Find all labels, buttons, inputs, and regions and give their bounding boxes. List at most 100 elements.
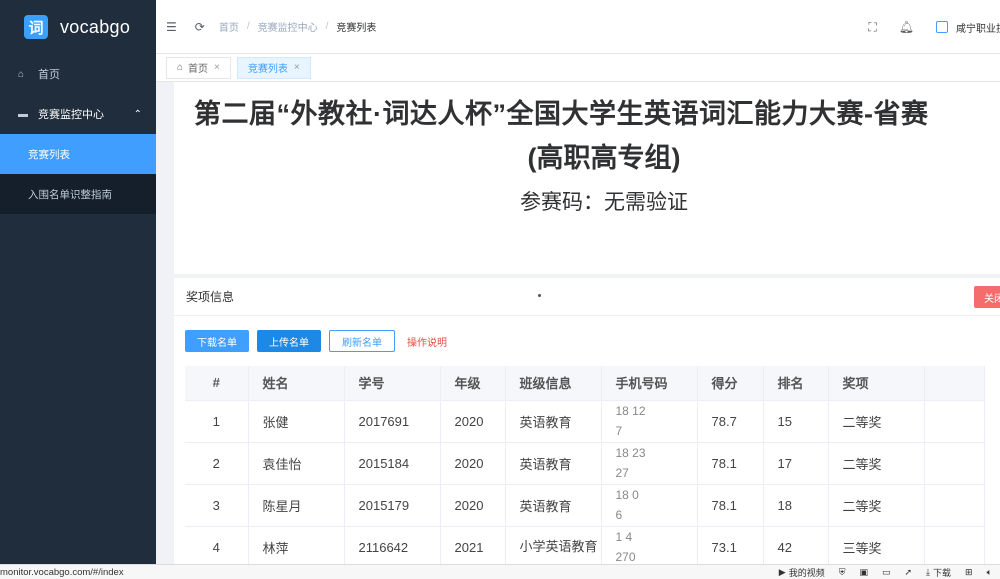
fullscreen-icon[interactable]: ⛶ [868, 20, 876, 35]
breadcrumb-separator: / [246, 21, 250, 32]
cell-rank: 42 [763, 526, 829, 568]
download-label[interactable]: 下载 [933, 566, 951, 579]
col-grade: 年级 [440, 366, 506, 401]
cell-score: 78.1 [697, 442, 764, 485]
sidebar-item-monitor-center[interactable]: ▬ 竞赛监控中心 ⌃ [0, 94, 156, 134]
browser-status-bar: monitor.vocabgo.com/#/index ▶ 我的视频 ⛨ ▣ ▭… [0, 564, 1000, 579]
cell-rank: 15 [763, 400, 829, 443]
cell-phone: 1 4 270 [601, 526, 698, 568]
sidebar-item-shortlist-guide[interactable]: 入围名单识整指南 [0, 174, 156, 214]
close-icon[interactable]: × [214, 62, 220, 73]
refresh-icon[interactable]: ⟳ [195, 20, 205, 34]
tag-label: 首页 [188, 64, 209, 75]
col-name: 姓名 [248, 366, 345, 401]
dot-mark [538, 294, 541, 297]
tag-contest-list[interactable]: 竞赛列表 × [236, 56, 311, 79]
award-table: # 姓名 学号 年级 班级信息 手机号码 得分 排名 奖项 1 张健 20176… [185, 366, 985, 568]
cell-name: 陈星月 [248, 484, 345, 527]
menu-toggle-icon[interactable]: ☰ [166, 20, 177, 34]
sidebar-item-contest-list[interactable]: 竞赛列表 [0, 134, 156, 174]
cell-phone: 18 23 27 [601, 442, 698, 485]
cell-extra [924, 526, 985, 568]
download-list-button[interactable]: 下载名单 [185, 330, 249, 352]
close-icon[interactable]: × [294, 62, 300, 73]
col-extra [924, 366, 985, 401]
user-name[interactable]: 咸宁职业技 [956, 20, 1000, 35]
cell-class: 英语教育 [505, 400, 602, 443]
video-icon[interactable]: ▶ [779, 567, 786, 578]
bell-icon[interactable]: 🔔︎ [899, 20, 914, 34]
tags-view: ⌂ 首页 × 竞赛列表 × [156, 54, 1000, 82]
phone-line: 18 0 [615, 488, 639, 502]
col-class: 班级信息 [505, 366, 602, 401]
cell-class: 英语教育 [505, 484, 602, 527]
col-phone: 手机号码 [601, 366, 698, 401]
cell-name: 林萍 [248, 526, 345, 568]
sidebar-item-label: 首页 [38, 69, 60, 81]
tag-label: 竞赛列表 [247, 64, 288, 75]
contest-title-card: 第二届“外教社·词达人杯”全国大学生英语词汇能力大赛-省赛 (高职高专组) 参赛… [174, 82, 1000, 274]
cell-name: 袁佳怡 [248, 442, 345, 485]
cell-extra [924, 442, 985, 485]
cell-rank: 17 [763, 442, 829, 485]
col-student-id: 学号 [344, 366, 441, 401]
cell-award: 二等奖 [828, 442, 925, 485]
cell-score: 78.1 [697, 484, 764, 527]
rocket-icon[interactable]: ➚ [905, 567, 913, 578]
table-row[interactable]: 2 袁佳怡 2015184 2020 英语教育 18 23 27 78.1 17 … [185, 442, 985, 485]
chat-icon[interactable]: ▭ [882, 567, 891, 578]
cell-student-id: 2017691 [344, 400, 441, 443]
contest-code: 参赛码：无需验证 [520, 191, 688, 214]
cell-grade: 2020 [440, 442, 506, 485]
breadcrumb-separator: / [325, 21, 329, 32]
cell-class: 小学英语教育 [505, 526, 602, 568]
cell-index: 1 [185, 400, 249, 443]
cell-award: 二等奖 [828, 400, 925, 443]
browser-tools: ▶ 我的视频 ⛨ ▣ ▭ ➚ ⤓ 下载 ⊞ 🔈︎ [765, 565, 992, 579]
shield-icon[interactable]: ⛨ [839, 567, 846, 578]
action-buttons: 下载名单 上传名单 刷新名单 操作说明 [185, 330, 447, 352]
table-row[interactable]: 1 张健 2017691 2020 英语教育 18 12 7 78.7 15 二等… [185, 400, 985, 443]
sidebar-item-home[interactable]: ⌂ 首页 [0, 54, 156, 94]
cell-phone: 18 12 7 [601, 400, 698, 443]
sidebar-item-label: 竞赛监控中心 [38, 109, 104, 121]
app-logo[interactable]: 词 vocabgo [0, 0, 156, 54]
table-row[interactable]: 3 陈星月 2015179 2020 英语教育 18 0 6 78.1 18 二等… [185, 484, 985, 527]
cell-extra [924, 400, 985, 443]
screenshot-icon[interactable]: ▣ [859, 567, 868, 578]
cell-score: 73.1 [697, 526, 764, 568]
cell-index: 4 [185, 526, 249, 568]
operation-guide-link[interactable]: 操作说明 [407, 334, 447, 349]
phone-line: 18 12 [615, 404, 646, 418]
speaker-icon[interactable]: 🔈︎ [987, 567, 992, 578]
cell-score: 78.7 [697, 400, 764, 443]
cell-rank: 18 [763, 484, 829, 527]
breadcrumb: 首页 / 竞赛监控中心 / 竞赛列表 [219, 19, 377, 34]
home-icon: ⌂ [18, 68, 25, 80]
cell-student-id: 2015179 [344, 484, 441, 527]
home-icon: ⌂ [177, 62, 184, 73]
apps-icon[interactable]: ⊞ [965, 567, 973, 578]
table-header-row: # 姓名 学号 年级 班级信息 手机号码 得分 排名 奖项 [185, 366, 985, 401]
phone-line: 1 4 [615, 530, 633, 544]
cell-student-id: 2015184 [344, 442, 441, 485]
col-award: 奖项 [828, 366, 925, 401]
close-button[interactable]: 关闭 [974, 286, 1000, 308]
tag-home[interactable]: ⌂ 首页 × [166, 56, 231, 79]
breadcrumb-home[interactable]: 首页 [219, 19, 239, 34]
breadcrumb-monitor-center[interactable]: 竞赛监控中心 [258, 19, 318, 34]
my-video-label[interactable]: 我的视频 [789, 566, 825, 579]
col-index: # [185, 366, 249, 401]
refresh-list-button[interactable]: 刷新名单 [329, 330, 395, 352]
cell-award: 二等奖 [828, 484, 925, 527]
user-card-icon [936, 21, 948, 33]
card-title: 奖项信息 [186, 290, 235, 304]
contest-subtitle: (高职高专组) [527, 143, 681, 173]
cell-grade: 2020 [440, 400, 506, 443]
award-info-card: 奖项信息 关闭 下载名单 上传名单 刷新名单 操作说明 # 姓名 学号 年级 班… [174, 278, 1000, 568]
col-score: 得分 [697, 366, 764, 401]
download-icon[interactable]: ⤓ [926, 567, 930, 578]
cell-grade: 2021 [440, 526, 506, 568]
upload-list-button[interactable]: 上传名单 [257, 330, 321, 352]
table-row[interactable]: 4 林萍 2116642 2021 小学英语教育 1 4 270 73.1 42 … [185, 526, 985, 568]
